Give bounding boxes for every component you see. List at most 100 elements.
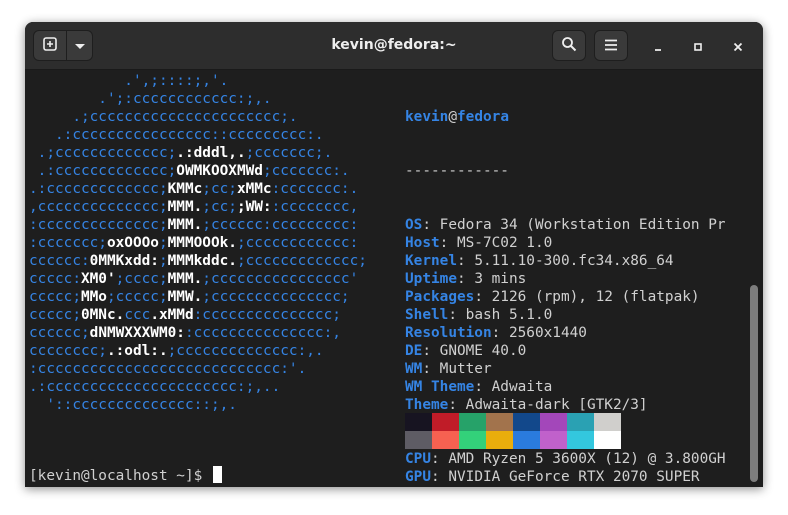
logo-segment: MMW. bbox=[167, 289, 203, 305]
logo-segment: oxOOOo bbox=[106, 235, 159, 251]
info-row: Uptime: 3 mins bbox=[405, 270, 726, 288]
logo-segment: OWMKOOXMWd bbox=[176, 163, 263, 179]
logo-line: ccccc;0MNc.ccc.xMMd:ccccccccccccccc; bbox=[29, 306, 367, 324]
logo-segment: 0MNc. bbox=[80, 307, 125, 323]
logo-segment: ,cccccccccccccc; bbox=[29, 199, 168, 215]
new-tab-dropdown-button[interactable] bbox=[67, 30, 93, 61]
logo-segment: ;ccccccc;. bbox=[245, 145, 333, 161]
color-swatch bbox=[432, 413, 459, 431]
logo-line: .;cccccccccccccccccccccc;. bbox=[29, 108, 367, 126]
info-row: CPU: AMD Ryzen 5 3600X (12) @ 3.800GH bbox=[405, 450, 726, 468]
info-value: 3 mins bbox=[474, 271, 527, 287]
color-swatch bbox=[486, 431, 513, 449]
terminal-output[interactable]: .',;::::;,'. .';:cccccccccccc:;,. .;cccc… bbox=[25, 70, 763, 487]
logo-segment: ;ccccccccccccccc; bbox=[202, 289, 350, 305]
color-swatch bbox=[567, 431, 594, 449]
info-colon: : bbox=[456, 253, 475, 269]
info-key: WM Theme bbox=[405, 379, 475, 395]
info-value: NVIDIA GeForce RTX 2070 SUPER bbox=[448, 469, 700, 485]
logo-segment: '::cccccccccccccc::;,. bbox=[29, 397, 237, 413]
close-icon bbox=[733, 37, 743, 56]
info-value: 5.11.10-300.fc34.x86_64 bbox=[474, 253, 674, 269]
logo-segment: ;cccccc:ccccccccc: bbox=[202, 217, 359, 233]
info-colon: : bbox=[474, 289, 492, 305]
logo-segment: .:dddl,. bbox=[176, 145, 246, 161]
minimize-button[interactable] bbox=[647, 35, 669, 57]
info-row: GPU: NVIDIA GeForce RTX 2070 SUPER bbox=[405, 468, 726, 486]
logo-segment: .;ccccccccccccc; bbox=[29, 145, 177, 161]
info-colon: : bbox=[422, 361, 440, 377]
logo-segment: XM0' bbox=[80, 271, 116, 287]
info-value: AMD Ryzen 5 3600X (12) @ 3.800GH bbox=[448, 451, 726, 467]
logo-line: .:cccccccccccccccc::ccccccccc:. bbox=[29, 126, 367, 144]
info-colon: : bbox=[456, 271, 475, 287]
maximize-button[interactable] bbox=[687, 35, 709, 57]
color-swatch bbox=[513, 413, 540, 431]
info-value: Adwaita-dark [GTK2/3] bbox=[465, 397, 648, 413]
shell-prompt[interactable]: [kevin@localhost ~]$ bbox=[29, 466, 222, 485]
info-value: MS-7C02 1.0 bbox=[456, 235, 553, 251]
info-row: Packages: 2126 (rpm), 12 (flatpak) bbox=[405, 288, 726, 306]
logo-segment: dNMWXXXWM0: bbox=[89, 325, 185, 341]
info-colon: : bbox=[491, 325, 509, 341]
logo-segment: :cccccccccccccc; bbox=[29, 217, 168, 233]
info-colon: : bbox=[439, 235, 457, 251]
new-tab-button[interactable] bbox=[33, 30, 67, 61]
info-key: OS bbox=[405, 217, 423, 233]
info-value: GNOME 40.0 bbox=[439, 343, 527, 359]
logo-line: .:ccccccccccccc;OWMKOOXMWd;ccccccc:. bbox=[29, 162, 367, 180]
logo-segment: ;cccc; bbox=[115, 271, 168, 287]
info-key: CPU bbox=[405, 451, 431, 467]
separator: ------------ bbox=[405, 163, 509, 179]
info-row: Memory: 1579MiB / 15923MiB bbox=[405, 486, 726, 487]
hostname: fedora bbox=[457, 109, 509, 125]
logo-line: :cccccccccccccccccccccccccccc:'. bbox=[29, 360, 367, 378]
info-value: Fedora 34 (Workstation Edition Pr bbox=[439, 217, 726, 233]
logo-segment: .:odl:. bbox=[106, 343, 168, 359]
logo-line: ,cccccccccccccc;MMM.;cc;;WW::cccccccc, bbox=[29, 198, 367, 216]
info-key: Kernel bbox=[405, 253, 457, 269]
logo-segment: MMM. bbox=[167, 217, 203, 233]
logo-line: .';:cccccccccccc:;,. bbox=[29, 90, 367, 108]
color-swatch bbox=[594, 413, 621, 431]
info-row: Host: MS-7C02 1.0 bbox=[405, 234, 726, 252]
logo-segment: .:cccccccccccccccc::ccccccccc:. bbox=[29, 127, 324, 143]
logo-segment: ;ccccccc:. bbox=[262, 163, 350, 179]
logo-line: '::cccccccccccccc::;,. bbox=[29, 396, 367, 414]
at-sign: @ bbox=[448, 109, 457, 125]
logo-segment: ;cc; bbox=[202, 199, 237, 215]
info-key: WM bbox=[405, 361, 423, 377]
info-key: Host bbox=[405, 235, 440, 251]
logo-segment: KMMc bbox=[167, 181, 203, 197]
color-swatch bbox=[567, 413, 594, 431]
logo-segment: ;cccccccccccccc:,. bbox=[167, 343, 324, 359]
logo-segment: ;ccccc; bbox=[106, 289, 168, 305]
search-button[interactable] bbox=[552, 30, 586, 61]
scrollbar[interactable] bbox=[750, 285, 758, 482]
logo-segment: :ccccccc; bbox=[29, 235, 107, 251]
color-swatch bbox=[405, 431, 432, 449]
logo-segment: cccccc; bbox=[29, 325, 90, 341]
color-swatch bbox=[432, 431, 459, 449]
logo-segment: cccccccc; bbox=[29, 343, 107, 359]
logo-segment: ;cccccccccccccccc' bbox=[202, 271, 359, 287]
color-palette bbox=[405, 413, 621, 449]
logo-segment: :cccccccc, bbox=[271, 199, 359, 215]
color-swatch bbox=[540, 431, 567, 449]
logo-segment: ;cc; bbox=[202, 181, 237, 197]
info-value: Adwaita bbox=[491, 379, 553, 395]
headerbar: kevin@fedora:~ bbox=[25, 22, 763, 70]
close-button[interactable] bbox=[727, 35, 749, 57]
info-colon: : bbox=[431, 451, 449, 467]
menu-button[interactable] bbox=[594, 30, 628, 61]
info-colon: : bbox=[448, 397, 466, 413]
logo-segment: :ccccccccccccccc:, bbox=[184, 325, 341, 341]
info-row: DE: GNOME 40.0 bbox=[405, 342, 726, 360]
minimize-icon bbox=[653, 37, 663, 56]
logo-line: ccccc;MMo;ccccc;MMW.;ccccccccccccccc; bbox=[29, 288, 367, 306]
logo-segment: .;cccccccccccccccccccccc;. bbox=[29, 109, 298, 125]
info-row: Shell: bash 5.1.0 bbox=[405, 306, 726, 324]
logo-segment: cccccc: bbox=[29, 253, 90, 269]
info-value: bash 5.1.0 bbox=[465, 307, 553, 323]
logo-segment: ; bbox=[158, 235, 168, 251]
